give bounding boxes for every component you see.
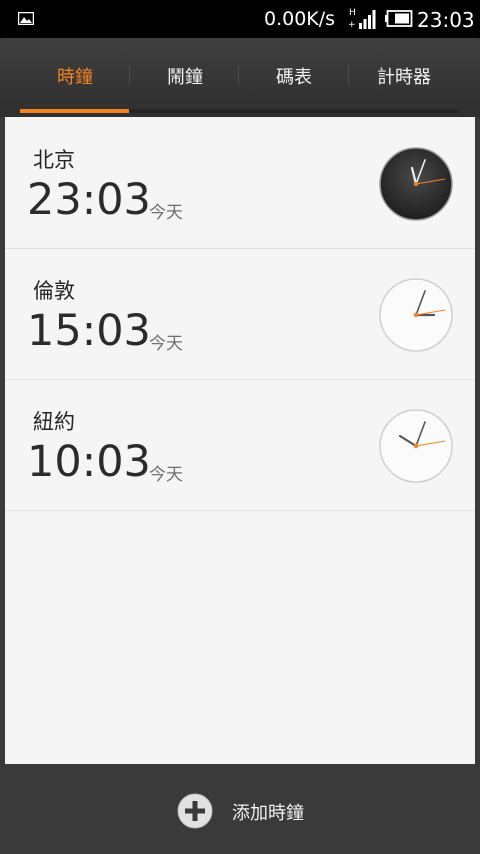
city-name: 紐約 xyxy=(33,410,75,434)
add-clock-button[interactable]: 添加時鐘 xyxy=(170,786,320,836)
tab-alarm[interactable]: 鬧鐘 xyxy=(130,38,240,114)
add-clock-label: 添加時鐘 xyxy=(232,803,304,824)
tab-timer[interactable]: 計時器 xyxy=(349,38,459,114)
tab-stopwatch[interactable]: 碼表 xyxy=(239,38,349,114)
clock-row-new-york[interactable]: 紐約 10:03 今天 xyxy=(5,379,475,511)
clock-row-beijing[interactable]: 北京 23:03 今天 xyxy=(5,117,475,249)
analog-clock-light-icon xyxy=(379,278,453,352)
clock-time: 10:03 xyxy=(27,437,151,487)
clock-time: 15:03 xyxy=(27,306,151,356)
analog-clock-dark-icon xyxy=(379,147,453,221)
battery-icon xyxy=(385,10,413,27)
clock-time: 23:03 xyxy=(27,175,151,225)
clock-day: 今天 xyxy=(149,334,183,354)
clock-day: 今天 xyxy=(149,465,183,485)
tab-indicator xyxy=(20,109,129,113)
bottom-bar: 添加時鐘 xyxy=(0,764,480,854)
clock-day: 今天 xyxy=(149,203,183,223)
city-name: 倫敦 xyxy=(33,279,75,303)
hplus-signal-icon: H + xyxy=(348,8,376,30)
image-notification-icon xyxy=(18,12,34,25)
plus-circle-icon xyxy=(177,793,213,829)
svg-text:H: H xyxy=(349,8,356,18)
tab-bar: 時鐘 鬧鐘 碼表 計時器 xyxy=(0,38,480,117)
clock-row-london[interactable]: 倫敦 15:03 今天 xyxy=(5,248,475,380)
tab-clock[interactable]: 時鐘 xyxy=(20,38,130,114)
status-time: 23:03 xyxy=(417,8,475,32)
city-name: 北京 xyxy=(33,148,75,172)
world-clock-list: 北京 23:03 今天 倫敦 15:03 今天 紐約 10:03 今天 xyxy=(5,117,475,764)
analog-clock-light-icon xyxy=(379,409,453,483)
status-bar: 0.00K/s H + 23:03 xyxy=(0,0,480,38)
svg-text:+: + xyxy=(348,20,356,30)
network-speed: 0.00K/s xyxy=(264,8,336,30)
